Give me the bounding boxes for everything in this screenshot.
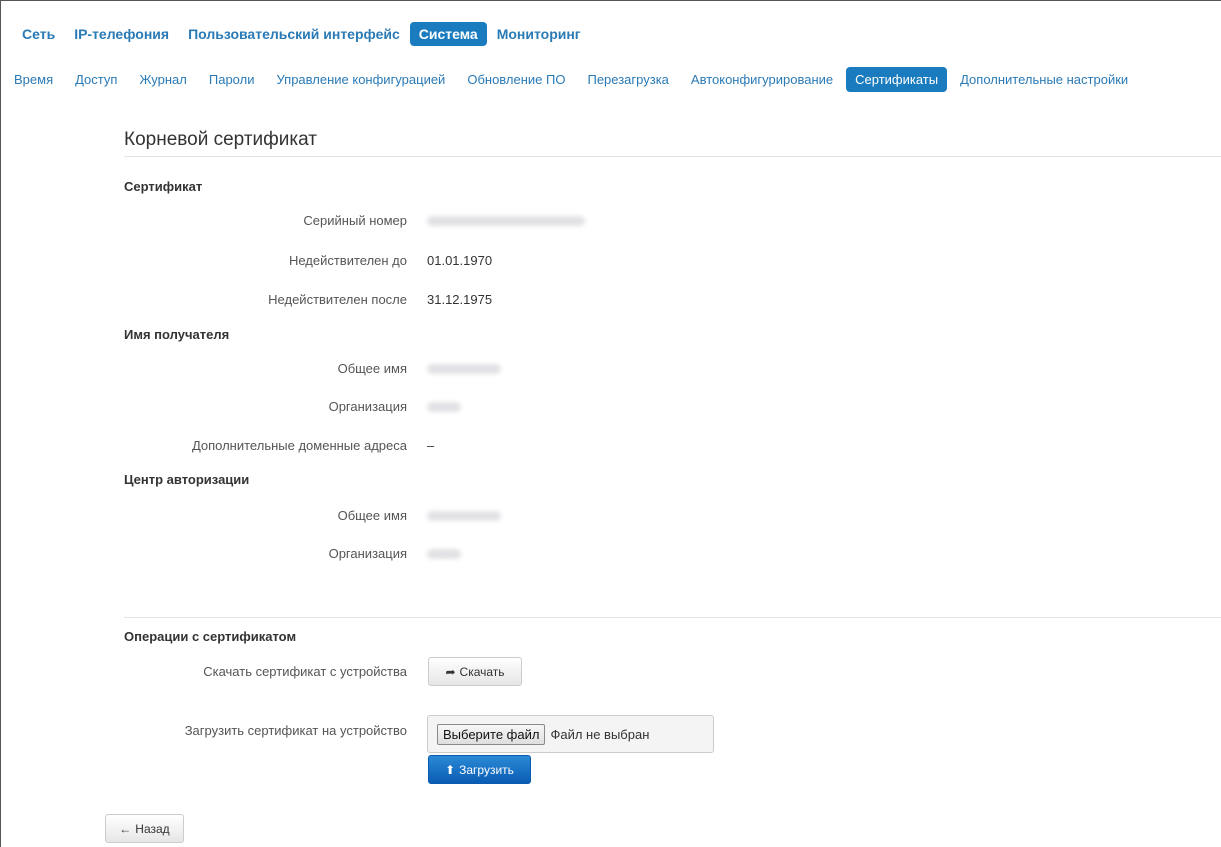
subnav-certificates[interactable]: Сертификаты: [846, 66, 948, 92]
subject-common-name-value: [427, 361, 501, 377]
subject-alt-names-label: Дополнительные доменные адреса: [191, 438, 407, 453]
valid-to-value: 31.12.1975: [427, 292, 493, 307]
divider: [124, 617, 1221, 618]
valid-from-label: Недействителен до: [288, 253, 407, 268]
upload-button[interactable]: ⬆ Загрузить: [428, 755, 531, 784]
back-button[interactable]: ← Назад: [105, 814, 184, 843]
divider: [124, 156, 1221, 157]
upload-icon: ⬆: [445, 762, 456, 777]
download-button-label: Скачать: [459, 664, 505, 679]
topnav-ip-telephony[interactable]: IP-телефония: [65, 22, 178, 46]
subnav-advanced-settings[interactable]: Дополнительные настройки: [951, 67, 1137, 92]
issuer-common-name-label: Общее имя: [337, 508, 407, 523]
serial-number-label: Серийный номер: [303, 213, 407, 228]
issuer-section-title: Центр авторизации: [124, 472, 250, 487]
subnav-passwords[interactable]: Пароли: [200, 67, 264, 92]
arrow-left-icon: ←: [119, 821, 132, 836]
subject-organization-value: [427, 399, 461, 415]
share-arrow-icon: ➦: [445, 664, 456, 679]
subject-alt-names-value: –: [427, 438, 435, 453]
topnav-network[interactable]: Сеть: [13, 22, 64, 46]
issuer-common-name-value: [427, 508, 501, 524]
choose-file-button[interactable]: Выберите файл: [437, 723, 546, 745]
top-nav: Сеть IP-телефония Пользовательский интер…: [13, 21, 591, 47]
subnav-firmware-update[interactable]: Обновление ПО: [458, 67, 574, 92]
subject-section-title: Имя получателя: [124, 327, 230, 342]
certificate-section-title: Сертификат: [124, 179, 203, 194]
subnav-log[interactable]: Журнал: [130, 67, 195, 92]
no-file-selected-text: Файл не выбран: [550, 726, 650, 742]
upload-button-label: Загрузить: [459, 762, 514, 777]
topnav-monitoring[interactable]: Мониторинг: [488, 22, 590, 46]
serial-number-value: [427, 213, 585, 229]
file-input[interactable]: Выберите файл Файл не выбран: [427, 715, 714, 753]
subject-organization-label: Организация: [328, 399, 407, 414]
valid-to-label: Недействителен после: [268, 292, 407, 307]
issuer-organization-value: [427, 546, 461, 562]
sub-nav: Время Доступ Журнал Пароли Управление ко…: [5, 65, 1141, 93]
upload-certificate-label: Загрузить сертификат на устройство: [184, 723, 407, 738]
topnav-system[interactable]: Система: [409, 22, 487, 46]
subnav-access[interactable]: Доступ: [66, 67, 126, 92]
subnav-config-management[interactable]: Управление конфигурацией: [267, 67, 454, 92]
subnav-reboot[interactable]: Перезагрузка: [578, 67, 677, 92]
subnav-autoconfig[interactable]: Автоконфигурирование: [682, 67, 842, 92]
download-certificate-label: Скачать сертификат с устройства: [203, 664, 407, 679]
subject-common-name-label: Общее имя: [337, 361, 407, 376]
operations-section-title: Операции с сертификатом: [124, 629, 297, 644]
topnav-user-interface[interactable]: Пользовательский интерфейс: [179, 22, 409, 46]
issuer-organization-label: Организация: [328, 546, 407, 561]
page-title: Корневой сертификат: [124, 129, 317, 150]
subnav-time[interactable]: Время: [5, 67, 62, 92]
valid-from-value: 01.01.1970: [427, 253, 493, 268]
back-button-label: Назад: [135, 821, 170, 836]
download-button[interactable]: ➦ Скачать: [428, 657, 522, 686]
app-frame: Сеть IP-телефония Пользовательский интер…: [0, 0, 1221, 847]
